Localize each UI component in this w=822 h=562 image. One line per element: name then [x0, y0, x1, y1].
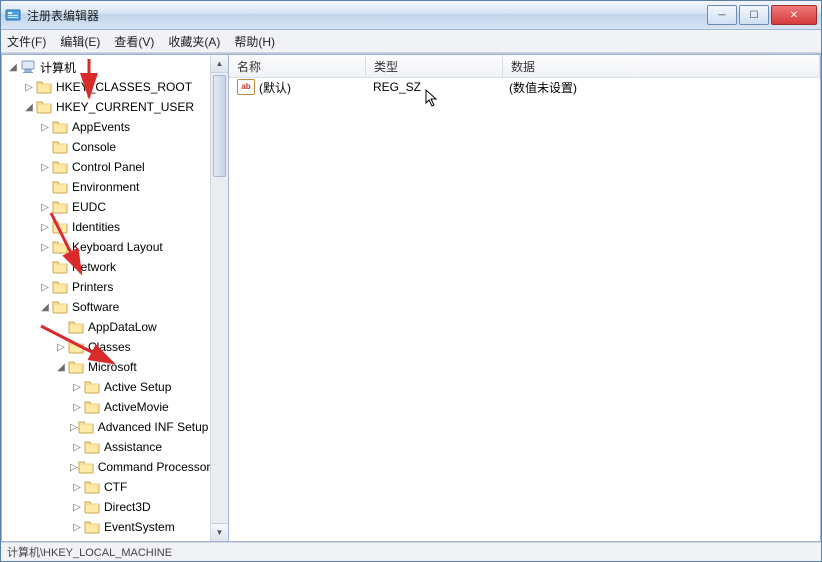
tree-label: HKEY_CURRENT_USER	[56, 100, 194, 114]
status-path: 计算机\HKEY_LOCAL_MACHINE	[7, 544, 172, 560]
menu-help[interactable]: 帮助(H)	[234, 33, 275, 50]
tree-label: HKEY_CLASSES_ROOT	[56, 80, 192, 94]
tree-label: CTF	[104, 480, 127, 494]
title-bar[interactable]: 注册表编辑器 ─ ☐ ✕	[1, 1, 821, 30]
tree-label: Console	[72, 140, 116, 154]
tree-label: Keyboard Layout	[72, 240, 163, 254]
tree-node-advanced-inf-setup[interactable]: ▷Advanced INF Setup	[2, 417, 211, 437]
scroll-thumb[interactable]	[213, 75, 226, 177]
tree-node-network[interactable]: ▷Network	[2, 257, 211, 277]
column-type[interactable]: 类型	[366, 55, 503, 77]
tree-label: Network	[72, 260, 116, 274]
tree-label: AppEvents	[72, 120, 130, 134]
tree-node-command-processor[interactable]: ▷Command Processor	[2, 457, 211, 477]
tree-node-eventsystem[interactable]: ▷EventSystem	[2, 517, 211, 537]
tree-label: Assistance	[104, 440, 162, 454]
status-bar: 计算机\HKEY_LOCAL_MACHINE	[1, 542, 821, 561]
minimize-button[interactable]: ─	[707, 5, 737, 25]
tree-label: AppDataLow	[88, 320, 157, 334]
tree-node-control-panel[interactable]: ▷Control Panel	[2, 157, 211, 177]
values-list[interactable]: ab (默认) REG_SZ (数值未设置)	[229, 78, 820, 541]
tree-label: Printers	[72, 280, 113, 294]
tree-label: EUDC	[72, 200, 106, 214]
value-row[interactable]: ab (默认) REG_SZ (数值未设置)	[229, 78, 820, 96]
menu-edit[interactable]: 编辑(E)	[60, 33, 100, 50]
client-area: ◢计算机▷HKEY_CLASSES_ROOT◢HKEY_CURRENT_USER…	[1, 53, 821, 542]
tree-node-appdatalow[interactable]: ▷AppDataLow	[2, 317, 211, 337]
tree-label: 计算机	[40, 59, 76, 76]
tree-node-direct3d[interactable]: ▷Direct3D	[2, 497, 211, 517]
tree-label: Classes	[88, 340, 131, 354]
tree-label: Identities	[72, 220, 120, 234]
values-header: 名称 类型 数据	[229, 55, 820, 78]
menu-bar: 文件(F) 编辑(E) 查看(V) 收藏夹(A) 帮助(H)	[1, 30, 821, 53]
tree-node-appevents[interactable]: ▷AppEvents	[2, 117, 211, 137]
tree-label: Direct3D	[104, 500, 151, 514]
tree-label: Environment	[72, 180, 139, 194]
column-data[interactable]: 数据	[503, 55, 820, 77]
tree-pane: ◢计算机▷HKEY_CLASSES_ROOT◢HKEY_CURRENT_USER…	[1, 54, 229, 542]
tree-label: Command Processor	[98, 460, 211, 474]
registry-editor-window: 注册表编辑器 ─ ☐ ✕ 文件(F) 编辑(E) 查看(V) 收藏夹(A) 帮助…	[0, 0, 822, 562]
value-data: (数值未设置)	[501, 79, 820, 96]
maximize-button[interactable]: ☐	[739, 5, 769, 25]
tree-node-assistance[interactable]: ▷Assistance	[2, 437, 211, 457]
tree-label: Advanced INF Setup	[98, 420, 209, 434]
registry-tree[interactable]: ◢计算机▷HKEY_CLASSES_ROOT◢HKEY_CURRENT_USER…	[2, 55, 228, 541]
menu-file[interactable]: 文件(F)	[7, 33, 46, 50]
string-value-icon: ab	[237, 79, 255, 95]
menu-view[interactable]: 查看(V)	[114, 33, 154, 50]
tree-node-console[interactable]: ▷Console	[2, 137, 211, 157]
value-name-cell: ab (默认)	[229, 79, 365, 96]
tree-node-computer[interactable]: ◢计算机	[2, 57, 211, 77]
tree-label: Microsoft	[88, 360, 137, 374]
tree-node-environment[interactable]: ▷Environment	[2, 177, 211, 197]
tree-label: Control Panel	[72, 160, 145, 174]
tree-node-hkey-current-user[interactable]: ◢HKEY_CURRENT_USER	[2, 97, 211, 117]
tree-label: Active Setup	[104, 380, 171, 394]
window-controls: ─ ☐ ✕	[707, 5, 817, 25]
column-name[interactable]: 名称	[229, 55, 366, 77]
scroll-down-button[interactable]: ▼	[211, 523, 228, 541]
app-icon	[5, 7, 21, 23]
tree-node-identities[interactable]: ▷Identities	[2, 217, 211, 237]
value-type: REG_SZ	[365, 80, 501, 94]
tree-node-eudc[interactable]: ▷EUDC	[2, 197, 211, 217]
tree-label: EventSystem	[104, 520, 175, 534]
tree-scrollbar[interactable]: ▲ ▼	[210, 55, 228, 541]
tree-node-microsoft[interactable]: ◢Microsoft	[2, 357, 211, 377]
value-name: (默认)	[259, 79, 291, 96]
menu-favorites[interactable]: 收藏夹(A)	[168, 33, 220, 50]
tree-node-printers[interactable]: ▷Printers	[2, 277, 211, 297]
scroll-up-button[interactable]: ▲	[211, 55, 228, 73]
tree-node-classes[interactable]: ▷Classes	[2, 337, 211, 357]
tree-label: Software	[72, 300, 119, 314]
tree-node-software[interactable]: ◢Software	[2, 297, 211, 317]
values-pane: 名称 类型 数据 ab (默认) REG_SZ (数值未设置)	[229, 54, 821, 542]
tree-node-hkey-classes-root[interactable]: ▷HKEY_CLASSES_ROOT	[2, 77, 211, 97]
tree-node-active-setup[interactable]: ▷Active Setup	[2, 377, 211, 397]
tree-node-activemovie[interactable]: ▷ActiveMovie	[2, 397, 211, 417]
window-title: 注册表编辑器	[27, 7, 707, 24]
close-button[interactable]: ✕	[771, 5, 817, 25]
tree-label: ActiveMovie	[104, 400, 169, 414]
tree-node-ctf[interactable]: ▷CTF	[2, 477, 211, 497]
tree-node-keyboard-layout[interactable]: ▷Keyboard Layout	[2, 237, 211, 257]
